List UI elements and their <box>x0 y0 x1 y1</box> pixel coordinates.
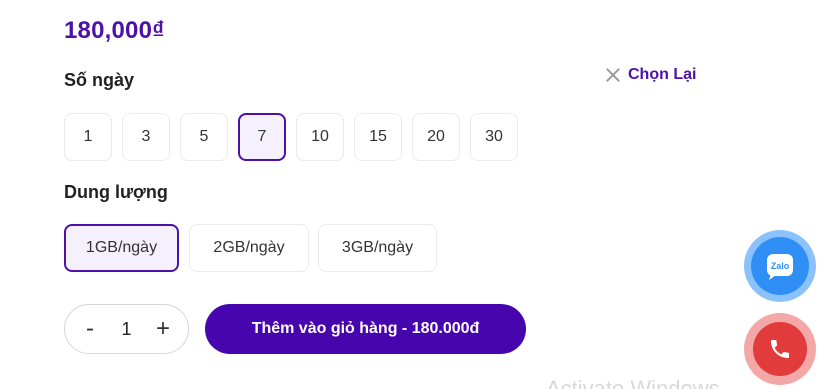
day-option-10[interactable]: 10 <box>296 113 344 161</box>
day-option-1[interactable]: 1 <box>64 113 112 161</box>
data-plan-label: Dung lượng <box>64 182 168 202</box>
add-to-cart-button[interactable]: Thêm vào giỏ hàng - 180.000đ <box>205 304 526 354</box>
zalo-chat-button[interactable]: Zalo <box>744 230 816 302</box>
day-option-15[interactable]: 15 <box>354 113 402 161</box>
decrement-button[interactable]: - <box>79 315 101 342</box>
product-price: 180,000₫ <box>64 17 165 44</box>
data-option-1gb[interactable]: 1GB/ngày <box>64 224 179 272</box>
close-icon <box>606 68 620 82</box>
quantity-stepper: - 1 + <box>64 304 189 354</box>
day-option-20[interactable]: 20 <box>412 113 460 161</box>
day-option-30[interactable]: 30 <box>470 113 518 161</box>
data-option-2gb[interactable]: 2GB/ngày <box>189 224 309 272</box>
call-button[interactable] <box>744 313 816 385</box>
days-label: Số ngày <box>64 70 135 90</box>
reset-label: Chọn Lại <box>628 66 697 83</box>
reset-selection-button[interactable]: Chọn Lại <box>606 66 696 84</box>
increment-button[interactable]: + <box>152 315 174 342</box>
zalo-icon: Zalo <box>767 254 793 280</box>
quantity-value[interactable]: 1 <box>121 319 131 340</box>
data-option-3gb[interactable]: 3GB/ngày <box>318 224 437 272</box>
activate-windows-watermark: Activate Windows <box>546 376 720 389</box>
day-option-5[interactable]: 5 <box>180 113 228 161</box>
day-option-3[interactable]: 3 <box>122 113 170 161</box>
zalo-icon-text: Zalo <box>771 261 790 271</box>
phone-icon <box>771 340 789 358</box>
day-option-7[interactable]: 7 <box>238 113 286 161</box>
